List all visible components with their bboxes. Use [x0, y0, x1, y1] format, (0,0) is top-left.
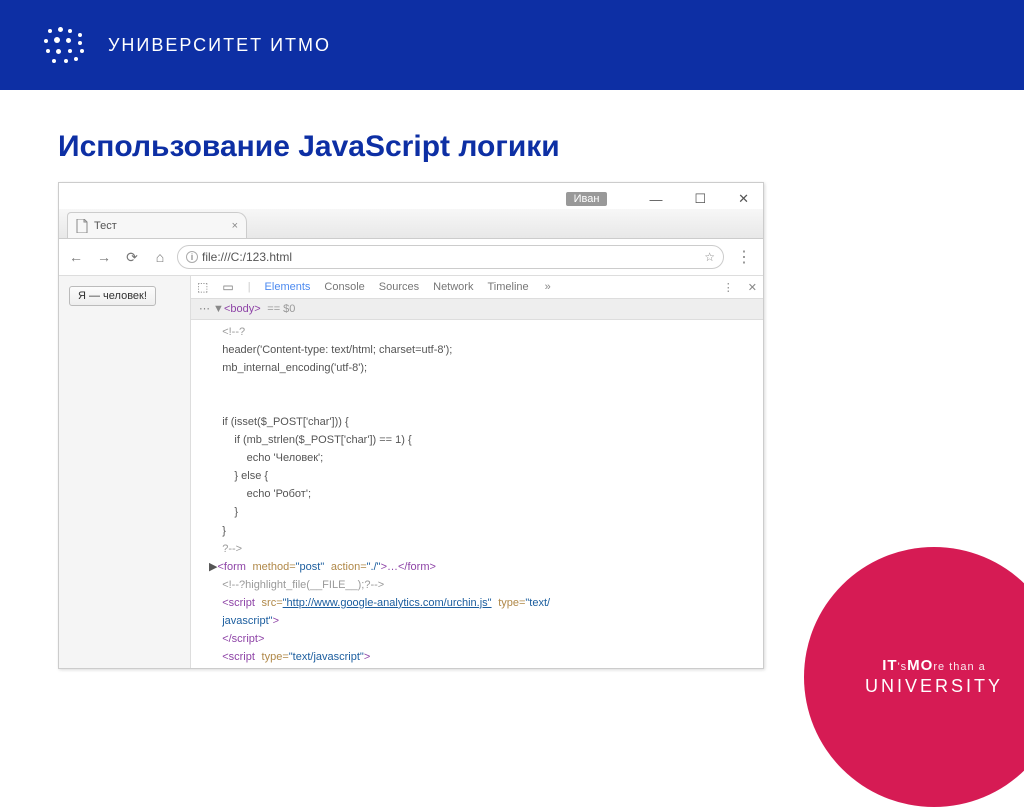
- devtools-toolbar: ⬚ ▭ | Elements Console Sources Network T…: [191, 276, 763, 299]
- browser-window: Иван — ☐ ✕ Тест × ← → ⟳ ⌂ i file:///C:/1…: [58, 182, 764, 669]
- badge-line1: IT'sMOre than a: [882, 657, 986, 674]
- badge-line2: UNIVERSITY: [865, 676, 1003, 697]
- devtools-breadcrumb[interactable]: ⋯ ▼<body> == $0: [191, 299, 763, 320]
- url-field[interactable]: i file:///C:/123.html ☆: [177, 245, 724, 269]
- brand-badge: IT'sMOre than a UNIVERSITY: [804, 547, 1024, 807]
- back-icon[interactable]: ←: [65, 249, 87, 265]
- info-icon: i: [186, 251, 198, 263]
- devtools-more-icon[interactable]: »: [545, 281, 551, 293]
- devtools-tab-console[interactable]: Console: [324, 281, 364, 293]
- devtools-tab-sources[interactable]: Sources: [379, 281, 419, 293]
- devtools-menu-icon[interactable]: ⋮: [723, 281, 734, 294]
- logo: УНИВЕРСИТЕТ ИТМО: [40, 25, 331, 65]
- devtools-close-icon[interactable]: ✕: [748, 281, 757, 294]
- devtools-tab-timeline[interactable]: Timeline: [487, 281, 528, 293]
- tab-close-icon[interactable]: ×: [232, 220, 238, 232]
- human-button[interactable]: Я — человек!: [69, 286, 156, 306]
- crumb-sel: == $0: [267, 303, 295, 315]
- rendered-page: Я — человек!: [59, 276, 191, 668]
- header-band: УНИВЕРСИТЕТ ИТМО: [0, 0, 1024, 90]
- user-tag[interactable]: Иван: [566, 192, 608, 206]
- tab-bar: Тест ×: [59, 209, 763, 239]
- minimize-icon[interactable]: —: [649, 192, 662, 207]
- devtools-source[interactable]: <!--? header('Content-type: text/html; c…: [191, 320, 763, 668]
- close-icon[interactable]: ✕: [738, 191, 749, 207]
- reload-icon[interactable]: ⟳: [121, 249, 143, 266]
- inspect-icon[interactable]: ⬚: [197, 280, 208, 294]
- browser-tab[interactable]: Тест ×: [67, 212, 247, 238]
- devtools-panel: ⬚ ▭ | Elements Console Sources Network T…: [191, 276, 763, 668]
- page-icon: [76, 219, 88, 233]
- logo-dots-icon: [40, 25, 90, 65]
- bookmark-star-icon[interactable]: ☆: [704, 250, 715, 264]
- menu-icon[interactable]: ⋮: [730, 247, 757, 267]
- forward-icon[interactable]: →: [93, 249, 115, 265]
- home-icon[interactable]: ⌂: [149, 249, 171, 265]
- tab-title: Тест: [94, 220, 117, 232]
- address-bar: ← → ⟳ ⌂ i file:///C:/123.html ☆ ⋮: [59, 239, 763, 276]
- window-controls: Иван — ☐ ✕: [59, 183, 763, 209]
- crumb-tag: <body>: [224, 303, 261, 315]
- device-toggle-icon[interactable]: ▭: [222, 280, 233, 294]
- devtools-tab-network[interactable]: Network: [433, 281, 473, 293]
- devtools-tab-elements[interactable]: Elements: [265, 281, 311, 293]
- url-text: file:///C:/123.html: [202, 250, 292, 264]
- university-name: УНИВЕРСИТЕТ ИТМО: [108, 35, 331, 56]
- maximize-icon[interactable]: ☐: [694, 191, 706, 207]
- slide-title: Использование JavaScript логики: [58, 130, 1024, 164]
